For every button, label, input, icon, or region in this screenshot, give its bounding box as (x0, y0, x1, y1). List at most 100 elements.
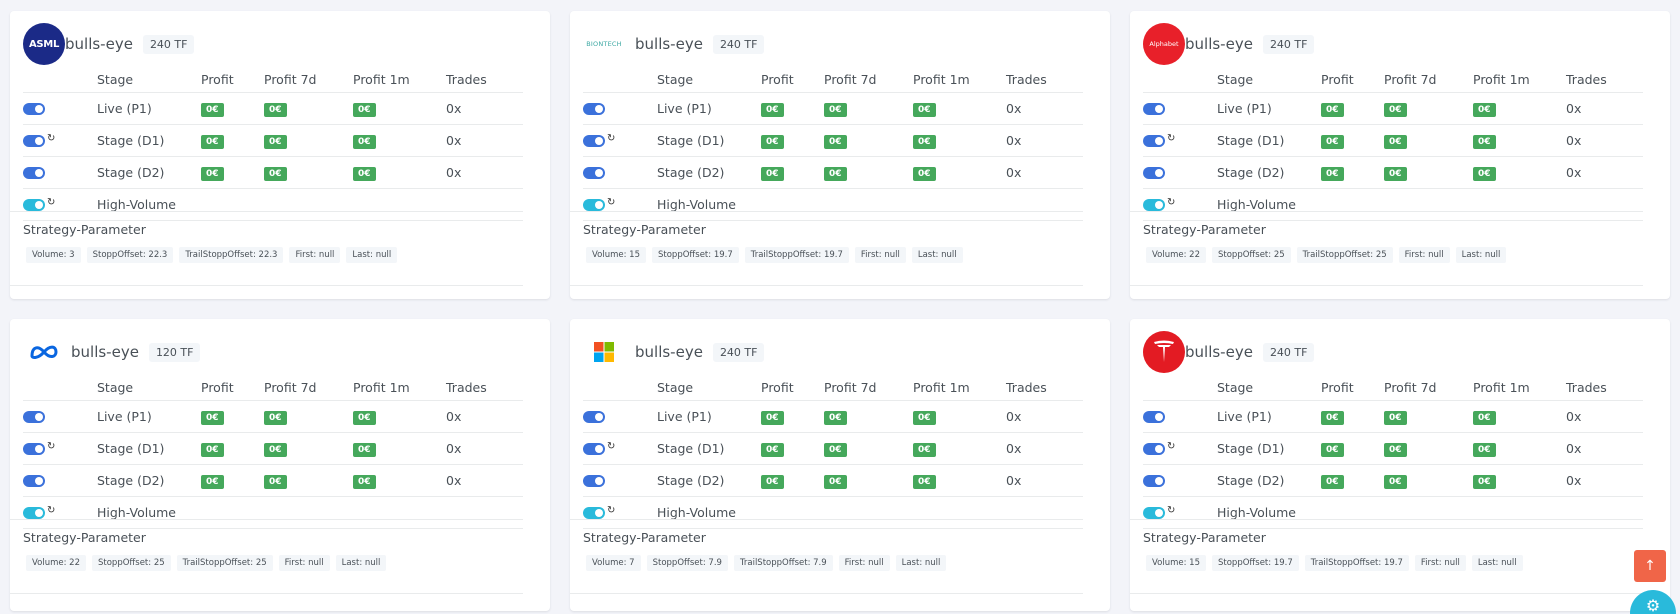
stage-table: Stage Profit Profit 7d Profit 1m Trades … (1143, 376, 1643, 529)
card-header: bulls-eye 240 TF (583, 331, 765, 373)
table-row: ↻ High-Volume (583, 496, 1083, 529)
table-header: Stage Profit Profit 7d Profit 1m Trades (23, 68, 523, 93)
sync-icon[interactable]: ↻ (1167, 441, 1175, 452)
high-volume-toggle[interactable] (23, 199, 45, 211)
stage-toggle[interactable] (583, 135, 605, 147)
col-trades: Trades (446, 376, 523, 401)
stage-toggle[interactable] (1143, 167, 1165, 179)
strategy-title: bulls-eye (1185, 343, 1253, 361)
stage-toggle[interactable] (583, 443, 605, 455)
timeframe-badge: 240 TF (142, 34, 195, 54)
profit-1m-badge: 0€ (913, 102, 936, 117)
strategy-title: bulls-eye (65, 35, 133, 53)
sync-icon[interactable]: ↻ (47, 197, 55, 208)
profit-badge: 0€ (1321, 134, 1344, 149)
strategy-parameter-title: Strategy-Parameter (23, 530, 146, 545)
trades-count: 0x (1566, 400, 1643, 433)
profit-1m-badge: 0€ (353, 474, 376, 489)
profit-7d-badge: 0€ (264, 134, 287, 149)
profit-1m-badge: 0€ (913, 134, 936, 149)
col-profit-7d: Profit 7d (264, 68, 353, 93)
trades-count: 0x (446, 156, 523, 189)
microsoft-logo (583, 331, 625, 373)
stage-name: Stage (D1) (1217, 432, 1321, 465)
profit-badge: 0€ (761, 410, 784, 425)
table-row: Live (P1) 0€ 0€ 0€ 0x (1143, 92, 1643, 125)
trades-count: 0x (1006, 464, 1083, 497)
stage-name: Stage (D2) (1217, 464, 1321, 497)
col-stage: Stage (97, 376, 201, 401)
col-trades: Trades (1006, 68, 1083, 93)
col-profit: Profit (201, 376, 264, 401)
param-chip: StoppOffset: 22.3 (86, 247, 174, 263)
stage-toggle[interactable] (583, 411, 605, 423)
stage-toggle[interactable] (583, 475, 605, 487)
sync-icon[interactable]: ↻ (607, 133, 615, 144)
sync-icon[interactable]: ↻ (607, 197, 615, 208)
profit-1m-badge: 0€ (1473, 134, 1496, 149)
sync-icon[interactable]: ↻ (47, 441, 55, 452)
divider (1130, 519, 1643, 520)
sync-icon[interactable]: ↻ (1167, 505, 1175, 516)
param-chip: First: null (838, 555, 890, 571)
profit-badge: 0€ (761, 442, 784, 457)
table-row: Live (P1) 0€ 0€ 0€ 0x (583, 92, 1083, 125)
sync-icon[interactable]: ↻ (1167, 197, 1175, 208)
sync-icon[interactable]: ↻ (47, 505, 55, 516)
stage-table: Stage Profit Profit 7d Profit 1m Trades … (23, 376, 523, 529)
high-volume-toggle[interactable] (23, 507, 45, 519)
timeframe-badge: 240 TF (712, 342, 765, 362)
profit-7d-badge: 0€ (1384, 474, 1407, 489)
profit-7d-badge: 0€ (1384, 410, 1407, 425)
divider (10, 211, 523, 212)
high-volume-toggle[interactable] (583, 507, 605, 519)
trades-count: 0x (1006, 400, 1083, 433)
sync-icon[interactable]: ↻ (607, 441, 615, 452)
high-volume-toggle[interactable] (583, 199, 605, 211)
stage-toggle[interactable] (583, 167, 605, 179)
sync-icon[interactable]: ↻ (607, 505, 615, 516)
high-volume-toggle[interactable] (1143, 507, 1165, 519)
trades-count: 0x (446, 400, 523, 433)
table-row: Live (P1) 0€ 0€ 0€ 0x (23, 92, 523, 125)
meta-logo (23, 331, 65, 373)
stage-toggle[interactable] (23, 411, 45, 423)
sync-icon[interactable]: ↻ (1167, 133, 1175, 144)
stage-toggle[interactable] (1143, 475, 1165, 487)
stage-toggle[interactable] (1143, 103, 1165, 115)
stage-toggle[interactable] (23, 475, 45, 487)
scroll-to-top-button[interactable]: ↑ (1634, 550, 1666, 582)
stage-toggle[interactable] (1143, 411, 1165, 423)
profit-badge: 0€ (201, 166, 224, 181)
stage-name: Live (P1) (1217, 400, 1321, 433)
profit-1m-badge: 0€ (913, 442, 936, 457)
stage-toggle[interactable] (23, 135, 45, 147)
stage-name: High-Volume (657, 188, 1083, 221)
stage-toggle[interactable] (583, 103, 605, 115)
stage-table: Stage Profit Profit 7d Profit 1m Trades … (23, 68, 523, 221)
stage-name: Live (P1) (657, 92, 761, 125)
stage-toggle[interactable] (23, 443, 45, 455)
trades-count: 0x (1566, 92, 1643, 125)
divider (10, 593, 523, 594)
stage-toggle[interactable] (23, 103, 45, 115)
timeframe-badge: 240 TF (712, 34, 765, 54)
trades-count: 0x (446, 92, 523, 125)
sync-icon[interactable]: ↻ (47, 133, 55, 144)
stage-name: Stage (D1) (1217, 124, 1321, 157)
profit-1m-badge: 0€ (913, 410, 936, 425)
arrow-up-icon: ↑ (1644, 558, 1656, 574)
param-chip: TrailStoppOffset: 22.3 (179, 247, 284, 263)
param-chip: First: null (854, 247, 906, 263)
param-chip: Last: null (911, 247, 963, 263)
stage-table: Stage Profit Profit 7d Profit 1m Trades … (583, 68, 1083, 221)
trades-count: 0x (1566, 124, 1643, 157)
divider (1130, 593, 1643, 594)
stage-toggle[interactable] (1143, 443, 1165, 455)
high-volume-toggle[interactable] (1143, 199, 1165, 211)
profit-badge: 0€ (201, 134, 224, 149)
parameter-list: Volume: 15 StoppOffset: 19.7 TrailStoppO… (586, 247, 963, 263)
stage-toggle[interactable] (23, 167, 45, 179)
trades-count: 0x (1006, 124, 1083, 157)
stage-toggle[interactable] (1143, 135, 1165, 147)
